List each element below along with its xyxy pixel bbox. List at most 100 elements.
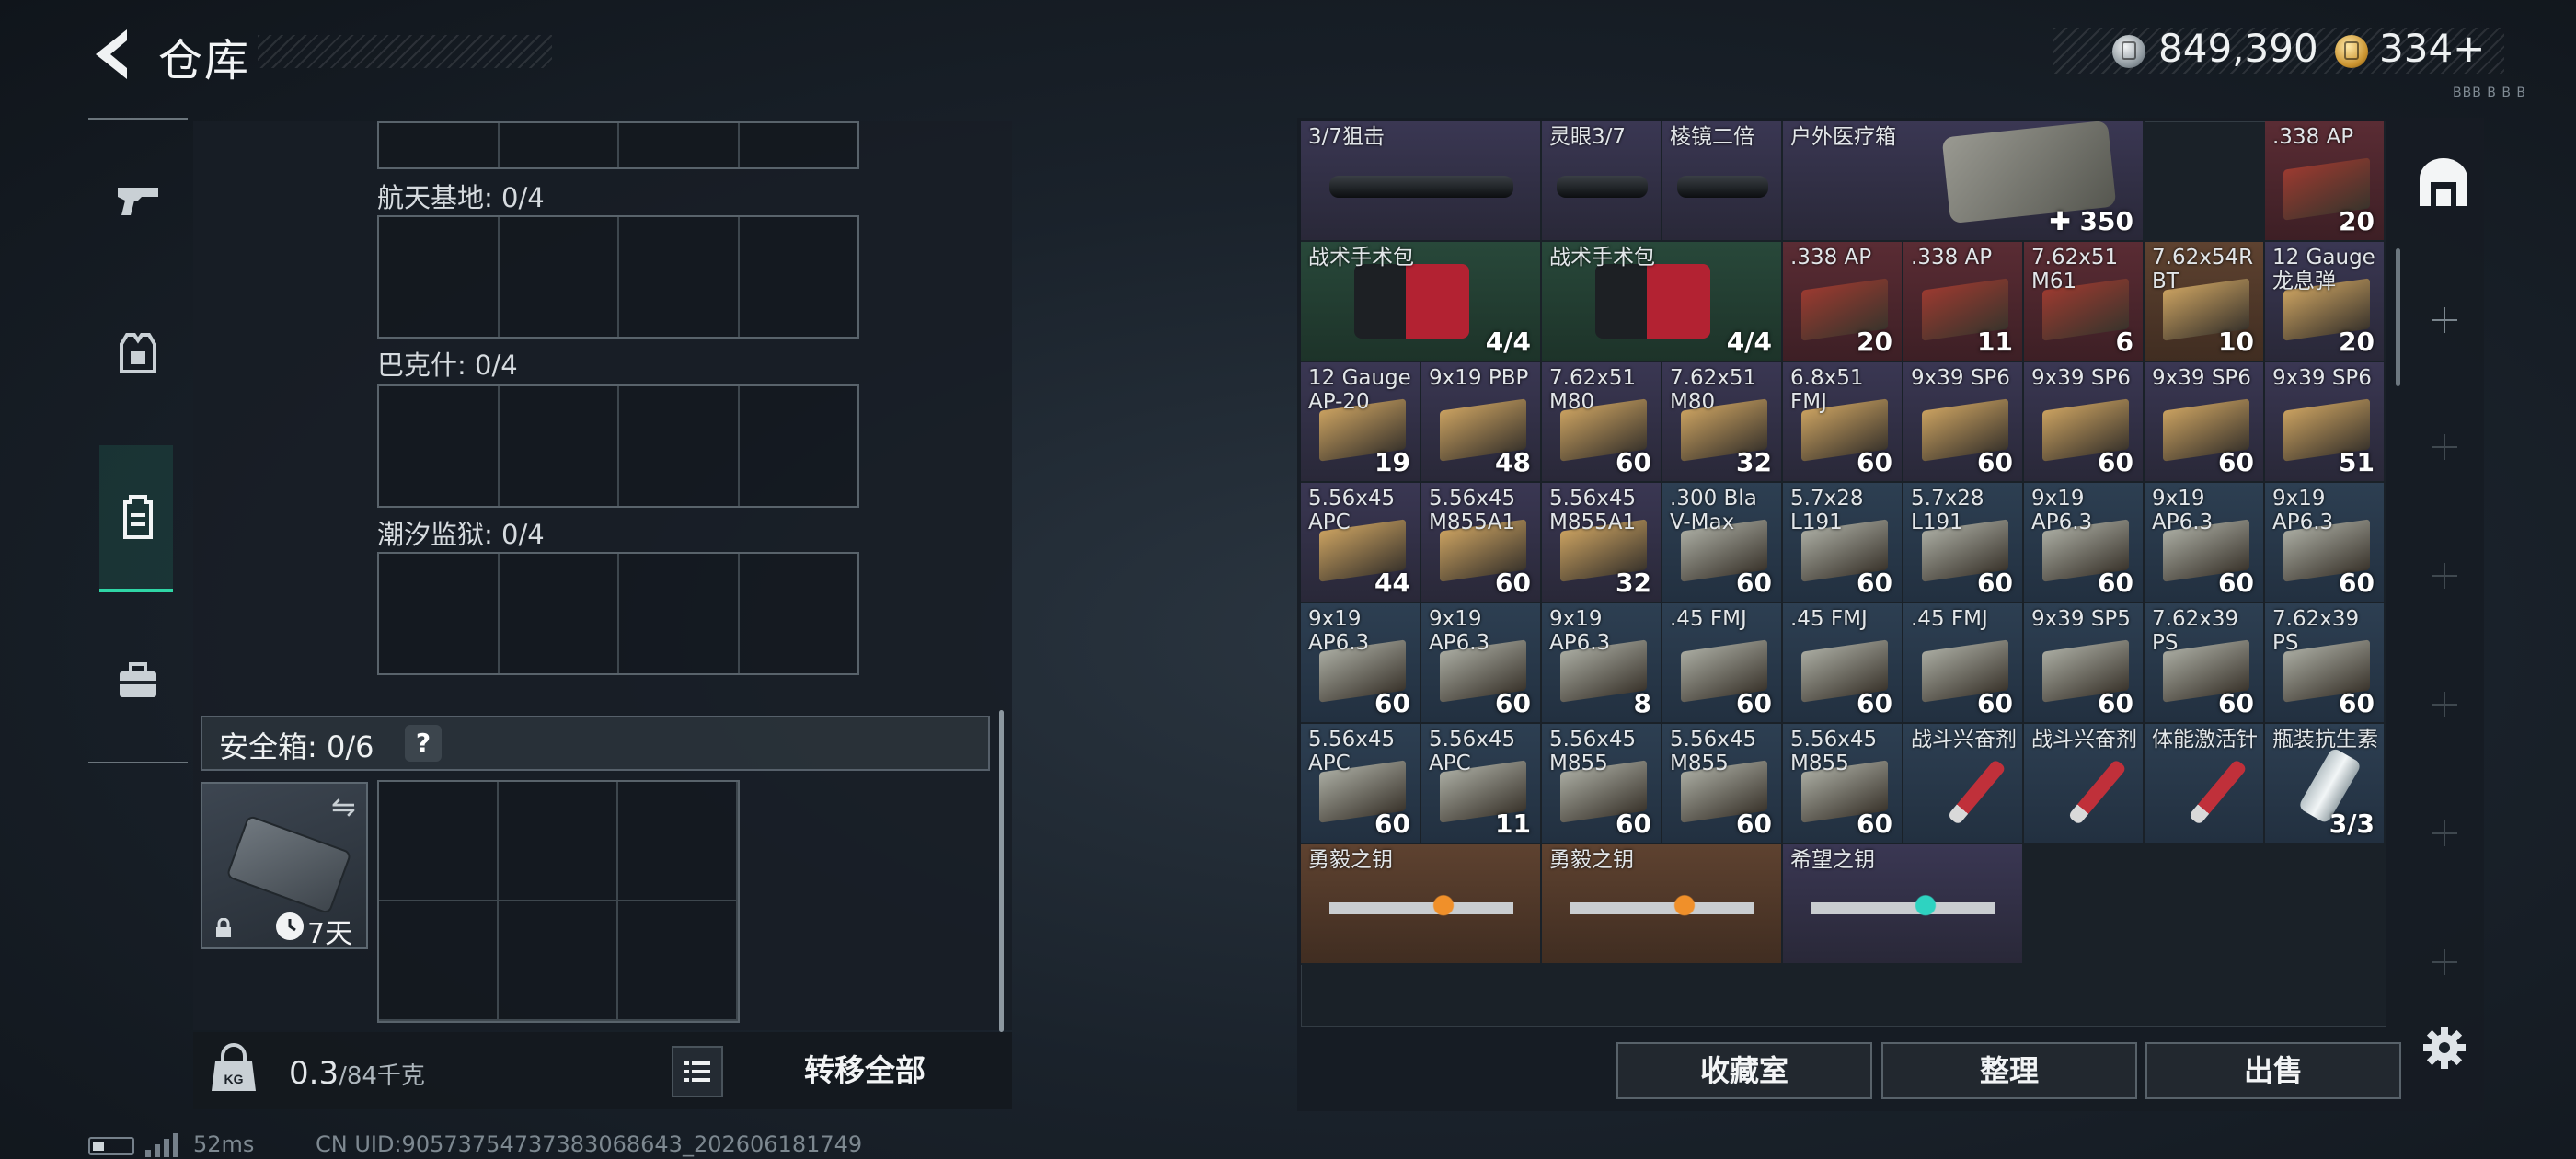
add-container-icon[interactable] bbox=[2432, 820, 2457, 846]
zone-grid-top[interactable] bbox=[377, 121, 859, 169]
inventory-item[interactable]: 5.56x45 M855A1 32 bbox=[1542, 483, 1662, 603]
item-count: 60 bbox=[1857, 688, 1892, 718]
inventory-item[interactable]: 勇毅之钥 bbox=[1301, 844, 1542, 965]
inventory-item[interactable]: 9x19 AP6.3 60 bbox=[2145, 483, 2265, 603]
key-image bbox=[1329, 878, 1513, 939]
inventory-item[interactable]: 希望之钥 bbox=[1783, 844, 2024, 965]
inventory-item[interactable]: 9x39 SP6 51 bbox=[2265, 362, 2386, 483]
scrollbar[interactable] bbox=[2396, 248, 2400, 386]
inventory-item[interactable]: 棱镜二倍 bbox=[1662, 121, 1783, 242]
back-arrow-icon[interactable] bbox=[83, 22, 147, 86]
inventory-item[interactable]: 5.56x45 APC 60 bbox=[1301, 724, 1421, 844]
key-image bbox=[1811, 878, 1995, 939]
add-container-icon[interactable] bbox=[2432, 949, 2457, 975]
inventory-item[interactable]: 9x39 SP6 60 bbox=[1903, 362, 2024, 483]
inventory-item[interactable]: 灵眼3/7 bbox=[1542, 121, 1662, 242]
inventory-item[interactable]: .45 FMJ 60 bbox=[1783, 603, 1903, 724]
item-count: 10 bbox=[2218, 327, 2254, 357]
inventory-item[interactable]: .338 AP 20 bbox=[2265, 121, 2386, 242]
inventory-item[interactable]: 战术手术包 4/4 bbox=[1542, 242, 1783, 362]
inventory-item[interactable]: 战术手术包 4/4 bbox=[1301, 242, 1542, 362]
item-name: 9x39 SP5 bbox=[2031, 607, 2131, 631]
item-count: 60 bbox=[1977, 568, 2013, 598]
tab-armor[interactable] bbox=[88, 281, 188, 429]
transfer-all-button[interactable]: 转移全部 bbox=[736, 1038, 994, 1104]
collection-room-button[interactable]: 收藏室 bbox=[1616, 1042, 1872, 1099]
sell-button[interactable]: 出售 bbox=[2145, 1042, 2401, 1099]
zone-grid[interactable] bbox=[377, 215, 859, 339]
scrollbar[interactable] bbox=[999, 710, 1004, 1032]
inventory-item[interactable]: 战斗兴奋剂 bbox=[1903, 724, 2024, 844]
item-name: 5.56x45 APC bbox=[1308, 487, 1396, 534]
gold-amount[interactable]: 334+ bbox=[2379, 26, 2485, 71]
inventory-item[interactable]: 5.56x45 APC 44 bbox=[1301, 483, 1421, 603]
inventory-item[interactable]: .45 FMJ 60 bbox=[1662, 603, 1783, 724]
item-count: 60 bbox=[1616, 447, 1651, 477]
storage-icon[interactable] bbox=[2414, 155, 2473, 213]
page-title: 仓库 bbox=[158, 35, 251, 86]
add-container-icon[interactable] bbox=[2432, 692, 2457, 717]
inventory-item[interactable]: .45 FMJ 60 bbox=[1903, 603, 2024, 724]
safe-box-grid[interactable] bbox=[377, 780, 740, 1023]
item-name: 希望之钥 bbox=[1790, 848, 1875, 872]
swap-icon[interactable]: ⇋ bbox=[331, 789, 356, 824]
safe-case-item[interactable]: ⇋ 7天 bbox=[201, 782, 368, 950]
inventory-item[interactable]: 12 Gauge AP-20 19 bbox=[1301, 362, 1421, 483]
sort-button[interactable]: 整理 bbox=[1881, 1042, 2137, 1099]
inventory-item[interactable]: 9x39 SP6 60 bbox=[2145, 362, 2265, 483]
inventory-item[interactable]: 7.62x39 PS 60 bbox=[2145, 603, 2265, 724]
inventory-item[interactable]: 9x19 AP6.3 8 bbox=[1542, 603, 1662, 724]
inventory-item[interactable]: 9x19 AP6.3 60 bbox=[2024, 483, 2145, 603]
inventory-item[interactable]: 7.62x39 PS 60 bbox=[2265, 603, 2386, 724]
item-name: 5.56x45 M855A1 bbox=[1429, 487, 1516, 534]
inventory-item[interactable]: 战斗兴奋剂 bbox=[2024, 724, 2145, 844]
inventory-item[interactable]: 5.56x45 M855A1 60 bbox=[1421, 483, 1542, 603]
inventory-item[interactable]: 6.8x51 FMJ 60 bbox=[1783, 362, 1903, 483]
inventory-item[interactable]: 5.56x45 M855 60 bbox=[1662, 724, 1783, 844]
inventory-item[interactable]: 7.62x51 M80 32 bbox=[1662, 362, 1783, 483]
inventory-item[interactable]: 12 Gauge 龙息弹 20 bbox=[2265, 242, 2386, 362]
inventory-item[interactable]: .338 AP 20 bbox=[1783, 242, 1903, 362]
inventory-item[interactable]: 勇毅之钥 bbox=[1542, 844, 1783, 965]
inventory-item[interactable]: 5.56x45 M855 60 bbox=[1783, 724, 1903, 844]
tab-weapons[interactable] bbox=[88, 127, 188, 274]
zone-grid[interactable] bbox=[377, 384, 859, 508]
inventory-item[interactable]: .300 Bla V-Max 60 bbox=[1662, 483, 1783, 603]
add-container-icon[interactable] bbox=[2432, 563, 2457, 589]
inventory-item[interactable]: 7.62x54R BT 10 bbox=[2145, 242, 2265, 362]
tab-toolbox[interactable] bbox=[88, 609, 188, 756]
inventory-item[interactable]: 9x39 SP6 60 bbox=[2024, 362, 2145, 483]
add-gold-button[interactable]: + bbox=[2453, 26, 2485, 71]
inventory-item[interactable]: 9x19 PBP 48 bbox=[1421, 362, 1542, 483]
inventory-item[interactable]: 7.62x51 M80 60 bbox=[1542, 362, 1662, 483]
item-count: 60 bbox=[2218, 568, 2254, 598]
inventory-item[interactable]: 5.7x28 L191 60 bbox=[1903, 483, 2024, 603]
inventory-item[interactable]: 5.56x45 M855 60 bbox=[1542, 724, 1662, 844]
item-name: 9x19 AP6.3 bbox=[1429, 607, 1490, 655]
zone-grid[interactable] bbox=[377, 552, 859, 675]
item-count: 4/4 bbox=[1726, 327, 1772, 357]
pistol-icon bbox=[118, 188, 158, 215]
gear-icon[interactable] bbox=[2421, 1025, 2467, 1071]
inventory-item[interactable]: 9x39 SP5 60 bbox=[2024, 603, 2145, 724]
inventory-item[interactable]: 3/7狙击 bbox=[1301, 121, 1542, 242]
inventory-item[interactable]: 9x19 AP6.3 60 bbox=[2265, 483, 2386, 603]
inventory-item[interactable]: 5.7x28 L191 60 bbox=[1783, 483, 1903, 603]
list-view-button[interactable] bbox=[672, 1046, 723, 1097]
inventory-item[interactable]: 户外医疗箱 ✚ 350 bbox=[1783, 121, 2145, 242]
help-button[interactable]: ? bbox=[405, 725, 442, 762]
inventory-item[interactable]: 瓶装抗生素 3/3 bbox=[2265, 724, 2386, 844]
weight-icon[interactable]: KG bbox=[202, 1039, 265, 1102]
item-count: 60 bbox=[1977, 447, 2013, 477]
inventory-item[interactable]: 9x19 AP6.3 60 bbox=[1421, 603, 1542, 724]
inventory-item[interactable]: 9x19 AP6.3 60 bbox=[1301, 603, 1421, 724]
add-container-icon[interactable] bbox=[2432, 434, 2457, 460]
add-container-icon[interactable] bbox=[2432, 307, 2457, 333]
item-name: 3/7狙击 bbox=[1308, 125, 1386, 149]
inventory-item[interactable]: 7.62x51 M61 6 bbox=[2024, 242, 2145, 362]
inventory-item[interactable]: 5.56x45 APC 11 bbox=[1421, 724, 1542, 844]
zone-label: 巴克什: 0/4 bbox=[377, 350, 518, 381]
inventory-item[interactable]: .338 AP 11 bbox=[1903, 242, 2024, 362]
tab-backpack[interactable] bbox=[99, 445, 173, 592]
inventory-item[interactable]: 体能激活针 bbox=[2145, 724, 2265, 844]
